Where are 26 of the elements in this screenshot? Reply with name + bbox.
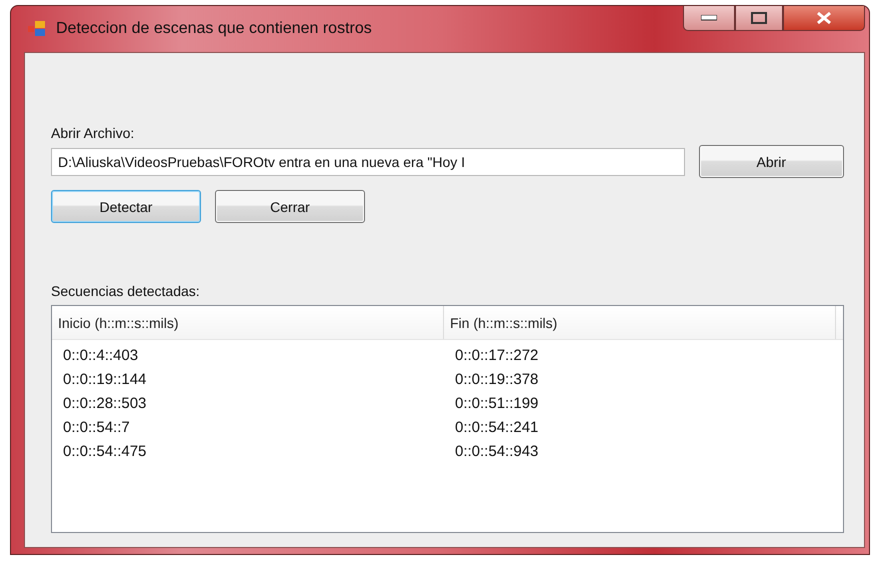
list-cell-text: 0::0::19::144 xyxy=(62,370,148,390)
maximize-icon xyxy=(751,12,767,24)
list-cell-text: 0::0::54::241 xyxy=(454,418,540,438)
action-button[interactable]: Detectar xyxy=(51,190,201,223)
close-icon xyxy=(816,11,832,25)
list-cell-text: 0::0::54::7 xyxy=(62,418,131,438)
file-path-field[interactable]: D:\Aliuska\VideosPruebas\FOROtv entra en una nueva era "Hoy I xyxy=(51,148,685,176)
list-cell-text: 0::0::4::403 xyxy=(62,346,140,366)
maximize-button[interactable] xyxy=(735,6,783,31)
open-button[interactable]: Abrir xyxy=(698,145,844,178)
list-cell-text: 0::0::19::378 xyxy=(454,370,540,390)
list-label: Secuencias detectadas: xyxy=(51,283,201,299)
list-cell-text: 0::0::54::943 xyxy=(454,442,540,462)
minimize-icon xyxy=(701,15,717,21)
list-cell-text: 0::0::54::475 xyxy=(62,442,148,462)
close-button[interactable] xyxy=(783,6,865,31)
app-icon xyxy=(28,21,46,37)
list-cell-text: 0::0::17::272 xyxy=(454,346,540,366)
list-cell-text: 0::0::28::503 xyxy=(62,394,148,414)
minimize-button[interactable] xyxy=(683,6,735,31)
list-cell-text: 0::0::51::199 xyxy=(454,394,540,414)
action-button[interactable]: Cerrar xyxy=(215,190,365,223)
file-label: Abrir Archivo: xyxy=(51,125,136,141)
column-header[interactable]: Fin (h::m::s::mils) xyxy=(444,306,836,339)
window-title: Deteccion de escenas que contienen rostros xyxy=(56,20,372,38)
column-header[interactable]: Inicio (h::m::s::mils) xyxy=(52,306,444,339)
